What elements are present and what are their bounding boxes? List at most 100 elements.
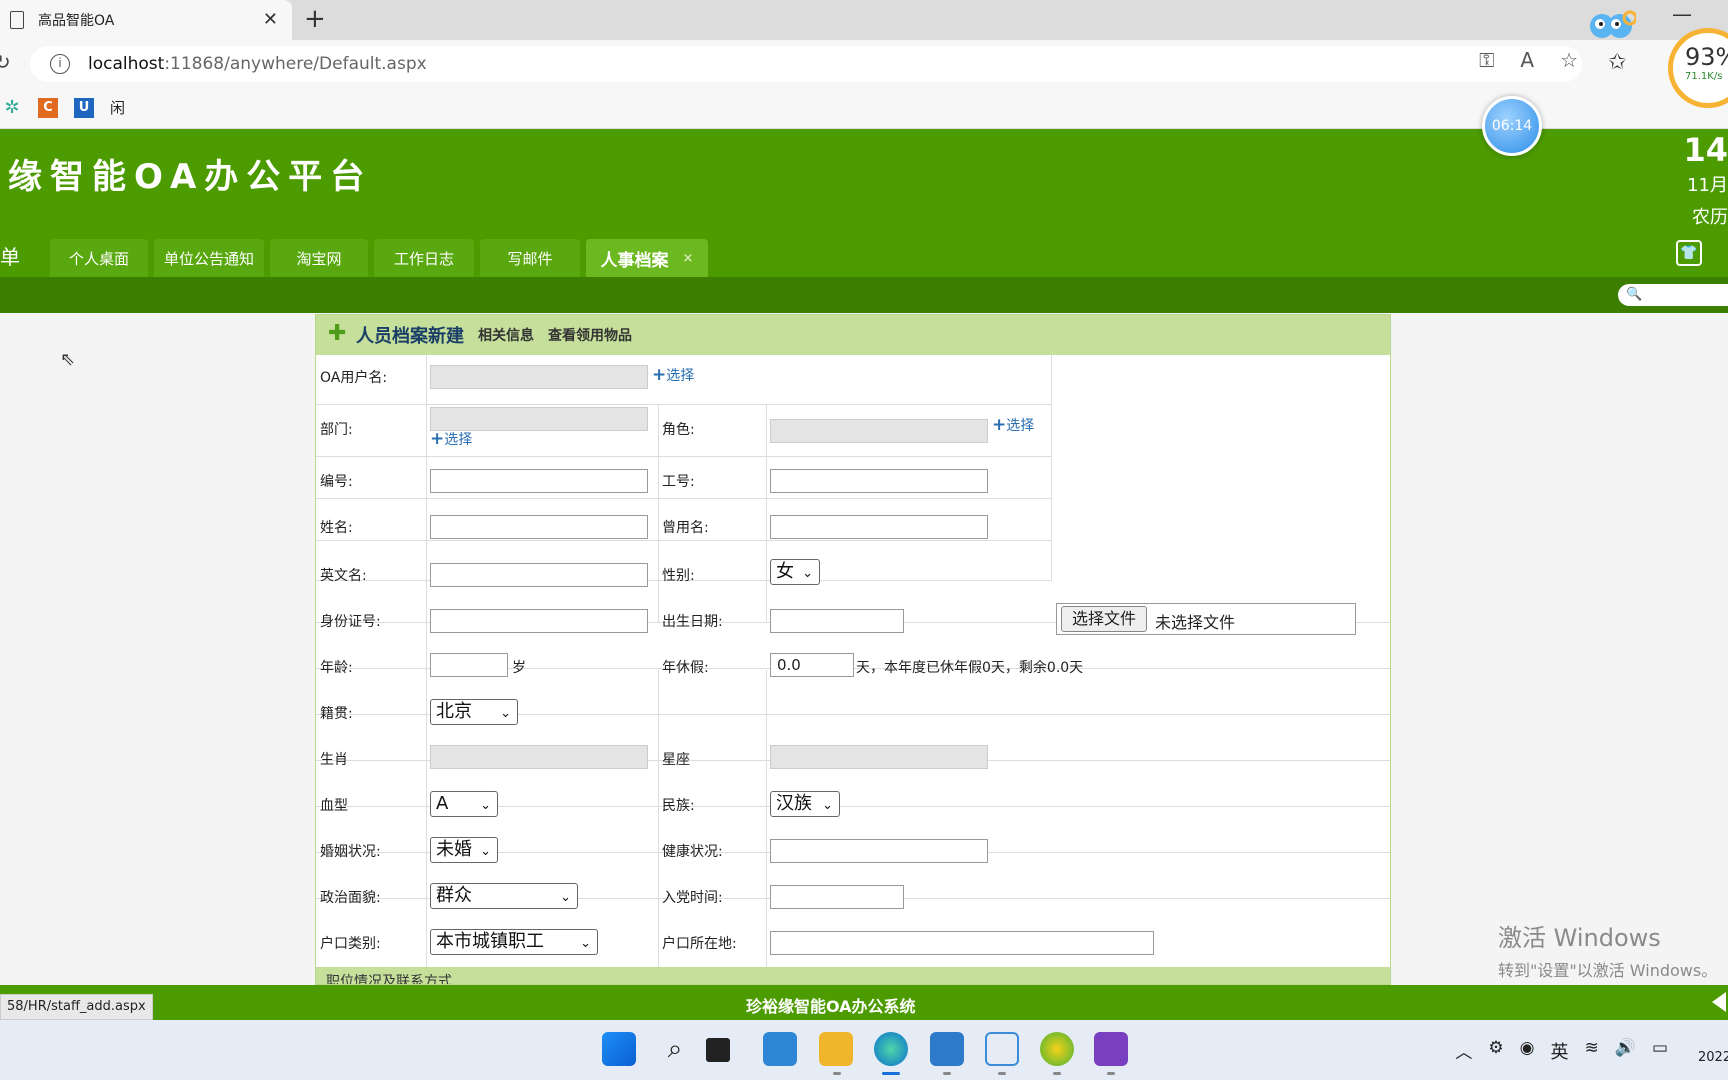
name-input[interactable] bbox=[430, 515, 648, 539]
role-pick[interactable]: +选择 bbox=[992, 415, 1034, 435]
task-view-icon[interactable] bbox=[706, 1038, 730, 1062]
page-icon bbox=[10, 11, 24, 29]
number-input[interactable] bbox=[430, 469, 648, 493]
visual-studio-icon[interactable] bbox=[1094, 1032, 1128, 1066]
edge-browser-icon[interactable] bbox=[874, 1032, 908, 1066]
bookmark-c-icon[interactable]: C bbox=[38, 97, 58, 118]
running-indicator bbox=[1107, 1072, 1115, 1075]
clock-year: 2022 bbox=[1698, 1050, 1728, 1065]
oa-subbar: 🔍 bbox=[0, 277, 1728, 313]
dept-label: 部门: bbox=[320, 422, 353, 438]
tab-title: 高品智能OA bbox=[38, 13, 115, 29]
browser-tab[interactable]: 高品智能OA ✕ bbox=[0, 0, 292, 40]
wifi-icon[interactable]: ≋ bbox=[1585, 1038, 1599, 1064]
start-icon[interactable] bbox=[602, 1032, 636, 1066]
hukou-type-select[interactable]: 本市城镇职工 ⌄ bbox=[430, 929, 598, 955]
tray-chevron-up-icon[interactable]: ︿ bbox=[1455, 1038, 1472, 1064]
date-day: 14 bbox=[1683, 131, 1728, 169]
skin-icon[interactable]: 👕 bbox=[1676, 240, 1702, 266]
pick-label: 选择 bbox=[444, 432, 473, 448]
tab-unit-notice[interactable]: 单位公告通知 bbox=[154, 239, 264, 277]
hukou-type-label: 户口类别: bbox=[320, 936, 381, 952]
pick-label: 选择 bbox=[1006, 418, 1035, 434]
read-aloud-icon[interactable]: A bbox=[1520, 48, 1534, 72]
url-host: localhost bbox=[88, 54, 165, 74]
mascot-icon bbox=[1590, 10, 1636, 38]
oa-logo: 缘智能OA办公平台 bbox=[8, 157, 373, 197]
tray-app-icon[interactable]: ◉ bbox=[1520, 1038, 1535, 1064]
volume-icon[interactable]: 🔊 bbox=[1615, 1038, 1636, 1064]
bookmark-item[interactable]: 闲 bbox=[110, 98, 125, 118]
tab-close-icon[interactable]: ✕ bbox=[263, 9, 278, 30]
info-icon[interactable]: i bbox=[50, 54, 70, 74]
url-field[interactable]: i localhost :11868/anywhere/Default.aspx bbox=[30, 46, 1582, 82]
name-label: 姓名: bbox=[320, 520, 353, 536]
meter-percent: 93% bbox=[1685, 43, 1728, 71]
clock-widget[interactable]: 06:14 bbox=[1482, 96, 1542, 156]
tab-hr-records[interactable]: 人事档案 × bbox=[586, 239, 708, 277]
file-explorer-icon[interactable] bbox=[819, 1032, 853, 1066]
tab-personal-desktop[interactable]: 个人桌面 bbox=[50, 239, 148, 277]
tab-close-icon[interactable]: × bbox=[683, 251, 694, 266]
dept-pick[interactable]: +选择 bbox=[430, 429, 472, 449]
chat-app-icon[interactable] bbox=[763, 1032, 797, 1066]
search-input[interactable]: 🔍 bbox=[1618, 284, 1728, 306]
add-icon: ✚ bbox=[328, 321, 347, 346]
panel-header: ✚ 人员档案新建 相关信息 查看领用物品 bbox=[316, 315, 1390, 355]
job-no-input[interactable] bbox=[770, 469, 988, 493]
date-panel: 14 11月 农历 bbox=[1683, 131, 1728, 229]
job-no-label: 工号: bbox=[662, 474, 695, 490]
used-name-input[interactable] bbox=[770, 515, 988, 539]
nav-menu-toggle[interactable]: 单 bbox=[0, 241, 20, 270]
hukou-place-input[interactable] bbox=[770, 931, 1154, 955]
favorites-icon[interactable]: ✩ bbox=[1608, 50, 1626, 75]
role-field bbox=[770, 419, 988, 443]
notepad-icon[interactable] bbox=[930, 1032, 964, 1066]
browser-tab-strip: 高品智能OA ✕ + — bbox=[0, 0, 1728, 40]
url-actions: ⚿ A ☆ bbox=[1479, 48, 1578, 72]
bookmarks-bar: ✲ C U 闲 bbox=[0, 87, 1728, 129]
snipping-tool-icon[interactable] bbox=[985, 1032, 1019, 1066]
ime-indicator[interactable]: 英 bbox=[1551, 1038, 1569, 1064]
date-lunar: 农历 bbox=[1692, 207, 1728, 228]
watermark-line1: 激活 Windows bbox=[1498, 924, 1661, 952]
minimize-button[interactable]: — bbox=[1672, 2, 1692, 26]
section-title: 职位情况及联系方式 bbox=[326, 974, 452, 985]
running-indicator bbox=[1053, 1072, 1061, 1075]
related-info-link[interactable]: 相关信息 bbox=[478, 325, 534, 345]
number-label: 编号: bbox=[320, 474, 353, 490]
tab-write-mail[interactable]: 写邮件 bbox=[480, 239, 580, 277]
view-items-link[interactable]: 查看领用物品 bbox=[548, 325, 632, 345]
system-tray: ︿ ⚙ ◉ 英 ≋ 🔊 ▭ bbox=[1455, 1038, 1668, 1064]
add-favorite-icon[interactable]: ☆ bbox=[1560, 48, 1578, 72]
running-indicator-active bbox=[882, 1072, 900, 1075]
tab-taobao[interactable]: 淘宝网 bbox=[270, 239, 368, 277]
status-url: 58/HR/staff_add.aspx bbox=[0, 994, 153, 1020]
panel-title: 人员档案新建 bbox=[356, 326, 464, 347]
oa-user-pick[interactable]: +选择 bbox=[652, 365, 694, 385]
mouse-cursor-icon: ⇖ bbox=[60, 349, 76, 370]
collapse-arrow-icon[interactable] bbox=[1712, 992, 1726, 1012]
bookmark-u-icon[interactable]: U bbox=[74, 97, 94, 118]
watermark-line2: 转到"设置"以激活 Windows。 bbox=[1498, 961, 1718, 980]
address-bar: ↻ i localhost :11868/anywhere/Default.as… bbox=[0, 40, 1728, 87]
hukou-place-label: 户口所在地: bbox=[662, 936, 737, 952]
tray-app-icon[interactable]: ⚙ bbox=[1488, 1038, 1503, 1064]
oa-footer: 珍裕缘智能OA办公系统 bbox=[0, 985, 1728, 1020]
reload-icon[interactable]: ↻ bbox=[0, 50, 11, 74]
running-indicator bbox=[833, 1072, 841, 1075]
new-tab-button[interactable]: + bbox=[304, 4, 326, 34]
music-app-icon[interactable] bbox=[1040, 1032, 1074, 1066]
tab-work-log[interactable]: 工作日志 bbox=[374, 239, 474, 277]
battery-icon[interactable]: ▭ bbox=[1652, 1038, 1668, 1064]
staff-form-panel: ✚ 人员档案新建 相关信息 查看领用物品 OA用户名: +选择 部门: +选择 … bbox=[315, 314, 1391, 985]
hukou-type-value: 本市城镇职工 bbox=[436, 931, 544, 952]
key-icon[interactable]: ⚿ bbox=[1479, 48, 1494, 72]
windows-activation-watermark: 激活 Windows 转到"设置"以激活 Windows。 bbox=[1498, 918, 1717, 981]
nav-tabs: 个人桌面 单位公告通知 淘宝网 工作日志 写邮件 人事档案 × bbox=[50, 239, 708, 277]
bookmark-gear-icon[interactable]: ✲ bbox=[2, 97, 22, 118]
section-header: 职位情况及联系方式 bbox=[316, 967, 1390, 985]
search-icon[interactable]: ⌕ bbox=[654, 1032, 688, 1066]
chevron-down-icon: ⌄ bbox=[580, 936, 591, 951]
oa-user-label: OA用户名: bbox=[320, 370, 388, 386]
